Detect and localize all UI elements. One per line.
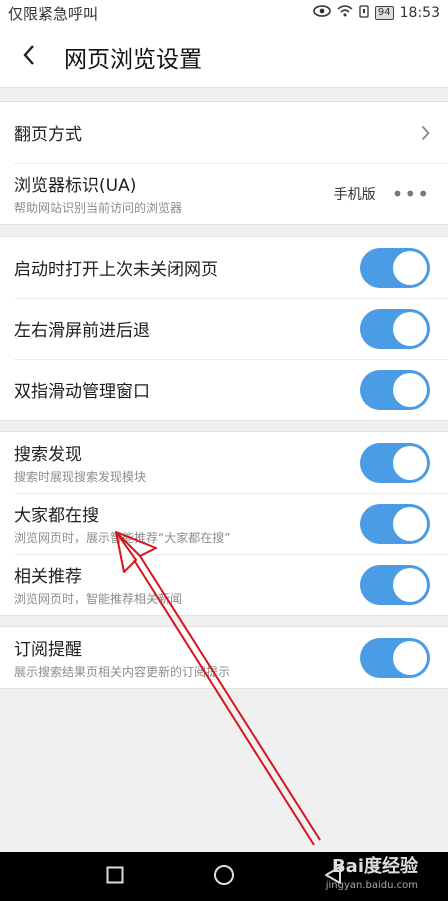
- setting-title: 搜索发现: [14, 445, 82, 465]
- setting-restore-tabs[interactable]: 启动时打开上次未关闭网页: [0, 237, 448, 298]
- app-bar: 网页浏览设置: [0, 26, 448, 88]
- setting-title: 相关推荐: [14, 567, 82, 587]
- setting-two-finger-windows[interactable]: 双指滑动管理窗口: [0, 359, 448, 420]
- setting-subtitle: 帮助网站识别当前访问的浏览器: [14, 201, 183, 215]
- settings-group-gestures: 启动时打开上次未关闭网页 左右滑屏前进后退 双指滑动管理窗口: [0, 236, 448, 421]
- more-icon[interactable]: •••: [392, 182, 430, 206]
- setting-title: 双指滑动管理窗口: [14, 382, 150, 402]
- chevron-right-icon: [421, 125, 430, 141]
- watermark-logo: Bai度经验: [331, 856, 418, 877]
- setting-user-agent[interactable]: 浏览器标识(UA) 帮助网站识别当前访问的浏览器 手机版 •••: [0, 163, 448, 224]
- toggle-related-recommend[interactable]: [360, 564, 430, 605]
- toggle-knob: [393, 506, 427, 541]
- back-button[interactable]: [0, 26, 58, 88]
- toggle-two-finger-windows[interactable]: [360, 369, 430, 410]
- setting-subtitle: 浏览网页时，展示智能推荐“大家都在搜”: [14, 531, 231, 545]
- setting-title: 翻页方式: [14, 125, 82, 145]
- setting-subtitle: 展示搜索结果页相关内容更新的订阅提示: [14, 665, 231, 679]
- toggle-swipe-navigation[interactable]: [360, 308, 430, 349]
- toggle-knob: [393, 372, 427, 407]
- toggle-restore-tabs[interactable]: [360, 247, 430, 288]
- setting-title: 大家都在搜: [14, 506, 99, 526]
- circle-icon: [213, 864, 235, 890]
- setting-related-recommend[interactable]: 相关推荐 浏览网页时，智能推荐相关新闻: [0, 554, 448, 615]
- setting-subtitle: 搜索时展现搜索发现模块: [14, 470, 147, 484]
- wifi-icon: [337, 5, 353, 21]
- battery-level: 94: [374, 6, 394, 20]
- settings-group-page: 翻页方式 浏览器标识(UA) 帮助网站识别当前访问的浏览器 手机版 •••: [0, 101, 448, 225]
- square-icon: [106, 866, 124, 888]
- settings-group-search: 搜索发现 搜索时展现搜索发现模块 大家都在搜 浏览网页时，展示智能推荐“大家都在…: [0, 431, 448, 616]
- setting-title: 启动时打开上次未关闭网页: [14, 260, 218, 280]
- eye-icon: [313, 5, 331, 21]
- setting-title: 左右滑屏前进后退: [14, 321, 150, 341]
- setting-subtitle: 浏览网页时，智能推荐相关新闻: [14, 592, 183, 606]
- watermark-url: jingyan.baidu.com: [325, 880, 418, 891]
- toggle-search-discover[interactable]: [360, 442, 430, 483]
- sim-icon: [359, 4, 369, 22]
- status-time: 18:53: [399, 5, 440, 21]
- setting-swipe-navigation[interactable]: 左右滑屏前进后退: [0, 298, 448, 359]
- chevron-left-icon: [22, 44, 36, 70]
- home-button[interactable]: [204, 857, 244, 897]
- page-title: 网页浏览设置: [64, 46, 202, 73]
- setting-title: 订阅提醒: [14, 640, 82, 660]
- toggle-trending-searches[interactable]: [360, 503, 430, 544]
- toggle-knob: [393, 567, 427, 602]
- toggle-knob: [393, 640, 427, 675]
- toggle-knob: [393, 311, 427, 346]
- settings-group-subscription: 订阅提醒 展示搜索结果页相关内容更新的订阅提示: [0, 626, 448, 689]
- toggle-subscription-reminder[interactable]: [360, 637, 430, 678]
- recents-button[interactable]: [95, 857, 135, 897]
- ua-value: 手机版: [333, 186, 376, 203]
- carrier-text: 仅限紧急呼叫: [8, 4, 99, 23]
- toggle-knob: [393, 250, 427, 285]
- setting-subscription-reminder[interactable]: 订阅提醒 展示搜索结果页相关内容更新的订阅提示: [0, 627, 448, 688]
- setting-search-discover[interactable]: 搜索发现 搜索时展现搜索发现模块: [0, 432, 448, 493]
- status-bar: 仅限紧急呼叫 94 18:53: [0, 0, 448, 26]
- toggle-knob: [393, 445, 427, 480]
- setting-trending-searches[interactable]: 大家都在搜 浏览网页时，展示智能推荐“大家都在搜”: [0, 493, 448, 554]
- setting-title: 浏览器标识(UA): [14, 176, 137, 196]
- setting-page-turn-mode[interactable]: 翻页方式: [0, 102, 448, 163]
